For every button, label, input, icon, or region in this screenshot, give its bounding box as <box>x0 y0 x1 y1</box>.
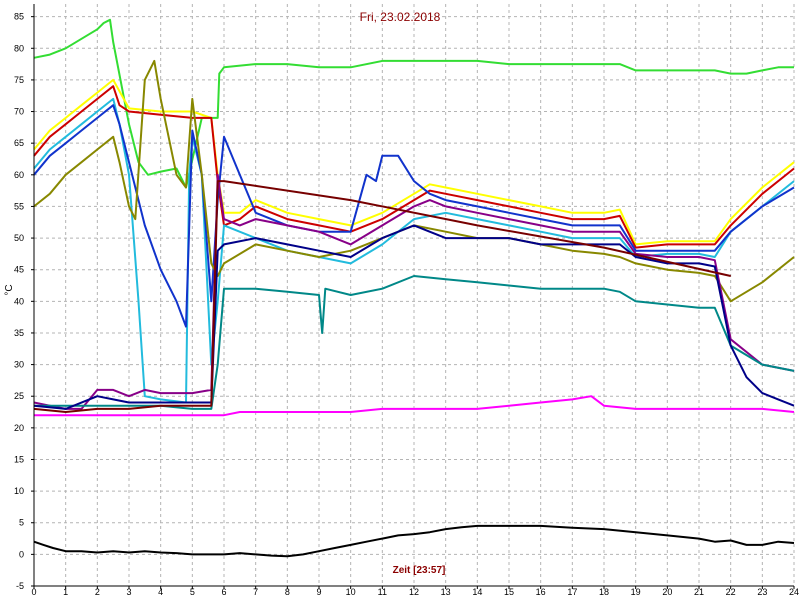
x-tick-label: 16 <box>536 587 546 597</box>
x-tick-label: 6 <box>221 587 226 597</box>
x-tick-label: 24 <box>789 587 799 597</box>
chart-title: Fri, 23.02.2018 <box>360 10 441 24</box>
x-tick-label: 5 <box>190 587 195 597</box>
y-tick-label: 20 <box>14 423 24 433</box>
x-tick-label: 13 <box>441 587 451 597</box>
y-tick-label: 85 <box>14 12 24 22</box>
y-tick-label: -5 <box>16 581 24 591</box>
x-tick-label: 19 <box>631 587 641 597</box>
x-tick-label: 7 <box>253 587 258 597</box>
x-tick-label: 1 <box>63 587 68 597</box>
x-tick-label: 14 <box>472 587 482 597</box>
x-tick-label: 23 <box>757 587 767 597</box>
y-tick-label: 0 <box>19 549 24 559</box>
x-tick-label: 11 <box>378 587 387 597</box>
y-tick-label: 70 <box>14 107 24 117</box>
y-axis-label: °C <box>4 284 15 295</box>
x-tick-label: 22 <box>726 587 736 597</box>
x-tick-label: 2 <box>95 587 100 597</box>
y-tick-label: 10 <box>14 486 24 496</box>
y-tick-label: 75 <box>14 75 24 85</box>
chart-root: 0 1 2 3 4 5 6 7 8 9 10 11 12 13 14 15 16 17 18 19 20 21 22 23 24… <box>0 0 800 600</box>
x-tick-label: 17 <box>567 587 577 597</box>
y-tick-label: 15 <box>14 454 24 464</box>
x-tick-label: 4 <box>158 587 163 597</box>
y-tick-label: 40 <box>14 296 24 306</box>
y-tick-label: 55 <box>14 201 24 211</box>
x-tick-label: 12 <box>409 587 419 597</box>
x-axis-label: Zeit [23:57] <box>393 565 446 576</box>
y-tick-label: 65 <box>14 138 24 148</box>
temperature-chart: 0 1 2 3 4 5 6 7 8 9 10 11 12 13 14 15 16 17 18 19 20 21 22 23 24… <box>0 0 800 600</box>
y-tick-label: 50 <box>14 233 24 243</box>
y-tick-label: 30 <box>14 360 24 370</box>
y-tick-label: 60 <box>14 170 24 180</box>
x-tick-label: 8 <box>285 587 290 597</box>
x-tick-label: 10 <box>346 587 356 597</box>
x-tick-label: 15 <box>504 587 514 597</box>
y-tick-label: 80 <box>14 43 24 53</box>
y-tick-label: 5 <box>19 518 24 528</box>
x-tick-label: 20 <box>662 587 672 597</box>
y-tick-label: 35 <box>14 328 24 338</box>
y-tick-label: 45 <box>14 265 24 275</box>
x-tick-label: 9 <box>316 587 321 597</box>
plot-background <box>0 0 800 600</box>
y-tick-label: 25 <box>14 391 24 401</box>
x-tick-label: 3 <box>126 587 131 597</box>
x-tick-label: 21 <box>694 587 704 597</box>
x-tick-label: 18 <box>599 587 609 597</box>
x-tick-label: 0 <box>31 587 36 597</box>
